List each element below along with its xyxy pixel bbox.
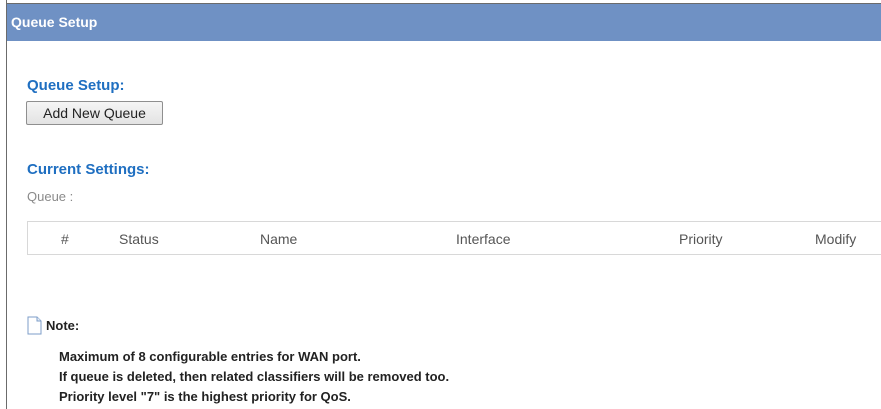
queue-table: # Status Name Interface Priority Modify <box>27 221 881 255</box>
queue-label: Queue : <box>27 189 74 204</box>
column-header-name: Name <box>260 231 298 247</box>
queue-setup-heading: Queue Setup: <box>27 77 125 94</box>
left-border <box>0 0 7 409</box>
column-header-number: # <box>61 231 69 247</box>
queue-setup-panel: Queue Setup Queue Setup: Add New Queue C… <box>0 0 881 409</box>
panel-header: Queue Setup <box>7 4 881 41</box>
note-line-delete-queue: If queue is deleted, then related classi… <box>59 369 450 384</box>
note-icon <box>27 316 42 335</box>
note-line-max-entries: Maximum of 8 configurable entries for WA… <box>59 349 361 364</box>
column-header-modify: Modify <box>815 231 857 247</box>
add-new-queue-button[interactable]: Add New Queue <box>26 101 163 125</box>
column-header-interface: Interface <box>456 231 511 247</box>
panel-title: Queue Setup <box>11 14 98 30</box>
column-header-status: Status <box>119 231 159 247</box>
note-line-priority-level: Priority level "7" is the highest priori… <box>59 389 351 404</box>
note-title: Note: <box>46 318 80 333</box>
column-header-priority: Priority <box>679 231 723 247</box>
current-settings-heading: Current Settings: <box>27 161 150 178</box>
